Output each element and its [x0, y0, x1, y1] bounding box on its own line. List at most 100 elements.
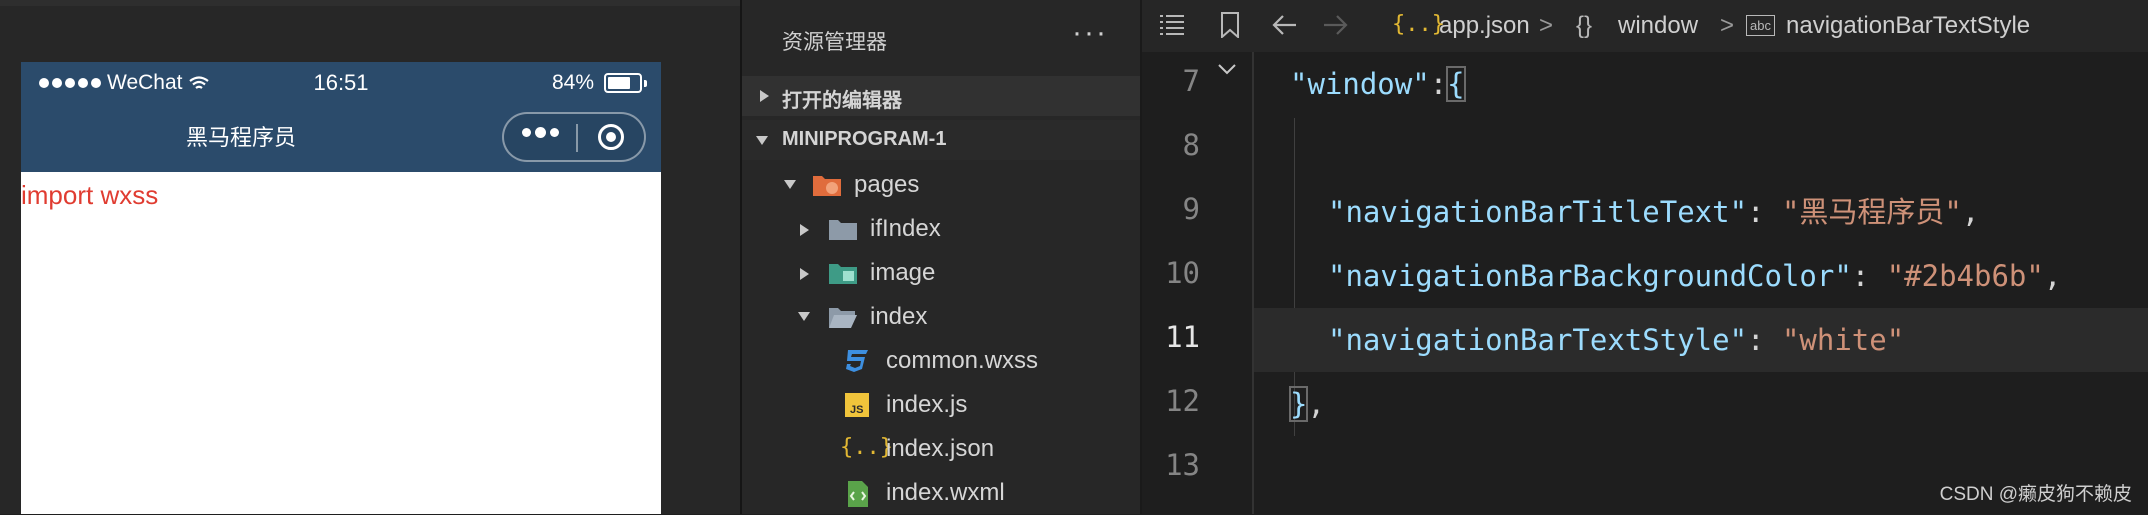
tree-item-index[interactable]: index: [742, 295, 1140, 339]
tree-item-ifindex[interactable]: ifIndex: [742, 207, 1140, 251]
json-close-brace: }: [1288, 386, 1309, 422]
code-line: "window":{: [1254, 52, 2148, 116]
line-number: 12: [1165, 384, 1200, 418]
tree-item-label: ifIndex: [870, 215, 941, 242]
more-actions-button[interactable]: ···: [1072, 16, 1108, 50]
json-colon: :: [1747, 195, 1782, 229]
explorer-header: 资源管理器 ···: [742, 0, 1140, 76]
tree-item-label: pages: [854, 171, 920, 198]
tree-item-pages[interactable]: pages: [742, 163, 1140, 207]
battery-tip: [644, 79, 647, 87]
line-number: 13: [1165, 448, 1200, 482]
section-project[interactable]: MINIPROGRAM-1: [742, 120, 1140, 160]
js-file-icon: JS: [844, 392, 872, 418]
back-arrow-icon[interactable]: [1272, 14, 1298, 43]
navigation-bar: 黑马程序员: [21, 104, 661, 172]
line-number: 10: [1165, 256, 1200, 290]
fold-chevron-icon[interactable]: [1217, 62, 1237, 81]
json-file-icon: {..}: [840, 435, 893, 460]
chevron-down-icon: [798, 312, 810, 321]
breadcrumb-separator: >: [1720, 12, 1735, 39]
code-area[interactable]: "window":{ "navigationBarTitleText": "黑马…: [1254, 52, 2148, 514]
tree-item-index-js[interactable]: JS index.js: [742, 383, 1140, 427]
code-editor: {..} app.json > {} window > abc navigati…: [1142, 0, 2148, 514]
target-circle-icon[interactable]: [598, 124, 624, 150]
breadcrumb-file[interactable]: app.json: [1439, 12, 1530, 40]
simulator-top-edge: [0, 0, 740, 6]
navigation-bar-background: WeChat 16:51 84% 黑马程序员: [21, 62, 661, 172]
json-comma: ,: [2043, 259, 2062, 293]
chevron-right-icon: [800, 268, 809, 280]
simulator-panel: WeChat 16:51 84% 黑马程序员 import wxss: [0, 0, 740, 514]
tree-item-label: index: [870, 303, 928, 330]
chevron-down-icon: [784, 180, 796, 189]
code-line-active: "navigationBarTextStyle": "white": [1254, 308, 2148, 372]
more-dots-icon[interactable]: [522, 127, 559, 138]
tree-item-image[interactable]: image: [742, 251, 1140, 295]
breadcrumb-separator: >: [1539, 12, 1554, 39]
folder-open-icon: [828, 304, 857, 330]
capsule-menu[interactable]: [502, 112, 646, 162]
string-property-icon: abc: [1746, 15, 1775, 36]
json-string: "white": [1781, 323, 1905, 357]
explorer-title: 资源管理器: [782, 31, 887, 54]
list-icon[interactable]: [1158, 12, 1186, 43]
tree-item-label: index.js: [886, 391, 968, 418]
battery-icon: [604, 73, 642, 93]
object-icon: {}: [1576, 12, 1593, 39]
json-open-brace: {: [1446, 66, 1466, 102]
json-key: "navigationBarBackgroundColor": [1328, 259, 1852, 293]
json-string: "黑马程序员": [1781, 195, 1962, 229]
chevron-right-icon: [800, 224, 809, 236]
folder-image-icon: [828, 260, 857, 286]
line-number-active: 11: [1165, 320, 1200, 354]
nav-title: 黑马程序员: [185, 125, 296, 150]
wxml-file-icon: [846, 480, 874, 507]
line-number: 7: [1182, 64, 1200, 98]
chevron-right-icon: [760, 90, 769, 102]
code-line: },: [1254, 372, 2148, 436]
json-colon: :: [1747, 323, 1782, 357]
section-open-editors[interactable]: 打开的编辑器: [742, 76, 1140, 116]
breadcrumb-section[interactable]: window: [1618, 12, 1698, 40]
tree-item-index-json[interactable]: {..} index.json: [742, 427, 1140, 471]
tree-item-label: common.wxss: [886, 347, 1039, 374]
bookmark-icon[interactable]: [1220, 12, 1240, 45]
tree-item-label: index.wxml: [886, 479, 1005, 506]
json-colon: :: [1851, 259, 1887, 293]
json-key: "navigationBarTextStyle": [1328, 323, 1748, 357]
code-line: "navigationBarBackgroundColor": "#2b4b6b…: [1254, 244, 2148, 308]
breadcrumb-property[interactable]: navigationBarTextStyle: [1786, 12, 2030, 40]
json-file-icon: {..}: [1392, 12, 1445, 37]
chevron-down-icon: [756, 136, 768, 145]
line-number: 9: [1182, 192, 1200, 226]
forward-arrow-icon[interactable]: [1322, 14, 1348, 43]
json-comma: ,: [1307, 387, 1325, 421]
content-text: import wxss: [21, 180, 159, 210]
tree-item-label: image: [870, 259, 936, 286]
json-key: "navigationBarTitleText": [1328, 195, 1748, 229]
watermark: CSDN @癞皮狗不赖皮: [1939, 484, 2132, 505]
battery-percent: 84%: [551, 71, 594, 94]
status-bar: WeChat 16:51 84%: [21, 62, 661, 104]
line-number: 8: [1182, 128, 1200, 162]
json-comma: ,: [1961, 195, 1980, 229]
page-content: import wxss: [21, 172, 661, 218]
section-label: MINIPROGRAM-1: [782, 128, 947, 150]
folder-pages-icon: [812, 172, 841, 198]
battery-group: 84%: [552, 71, 647, 95]
code-line: "navigationBarTitleText": "黑马程序员",: [1254, 180, 2148, 244]
folder-icon: [828, 216, 857, 242]
json-key: "window": [1290, 67, 1430, 101]
svg-text:JS: JS: [850, 404, 863, 416]
tree-item-label: index.json: [886, 435, 995, 462]
tree-item-common-wxss[interactable]: common.wxss: [742, 339, 1140, 383]
capsule-divider: [576, 124, 578, 152]
section-label: 打开的编辑器: [782, 90, 902, 112]
tree-item-index-wxml[interactable]: index.wxml: [742, 471, 1140, 515]
line-number-gutter: 7 8 9 10 11 12 13: [1142, 52, 1252, 514]
json-string: "#2b4b6b": [1886, 259, 2044, 293]
phone-screen: WeChat 16:51 84% 黑马程序员 import wxss: [21, 62, 661, 514]
css-file-icon: [844, 348, 872, 374]
